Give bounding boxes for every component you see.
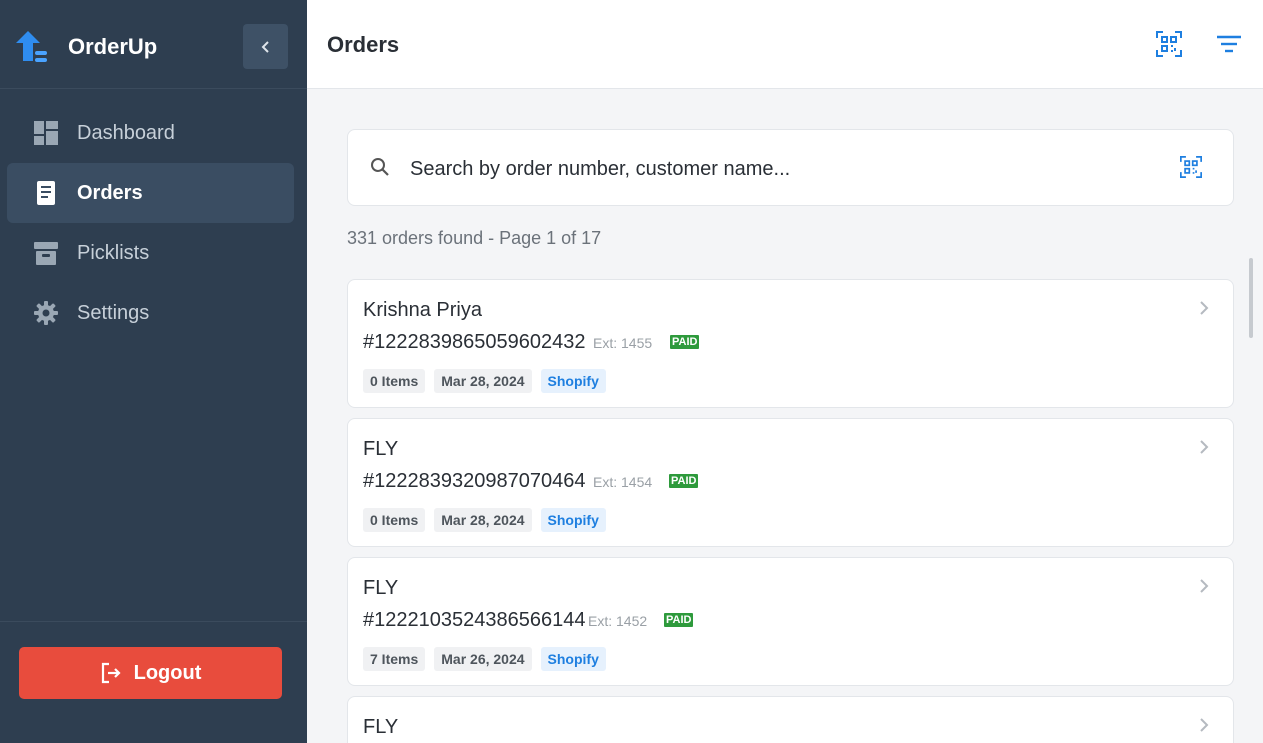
sidebar-divider: [0, 621, 307, 622]
sidebar: OrderUp Dashboard Orders Picklists Setti…: [0, 0, 307, 743]
filter-icon: [1217, 35, 1241, 53]
header: Orders: [307, 0, 1263, 89]
order-date: Mar 28, 2024: [434, 508, 532, 532]
logout-label: Logout: [133, 661, 202, 684]
collapse-sidebar-button[interactable]: [243, 24, 288, 69]
order-card[interactable]: FLY #1222103524386566144 Ext: 1452 PAID …: [347, 557, 1234, 686]
qr-scan-icon[interactable]: [1180, 156, 1202, 178]
page-title: Orders: [327, 32, 400, 57]
logout-icon: [101, 662, 121, 684]
order-tags: 0 Items Mar 28, 2024 Shopify: [363, 508, 606, 532]
status-badge: PAID: [664, 613, 694, 627]
app-name: OrderUp: [68, 34, 158, 59]
external-id: Ext: 1452: [588, 613, 648, 629]
search-bar: [347, 129, 1234, 206]
dashboard-icon: [34, 121, 58, 145]
order-number: #1222103524386566144: [363, 609, 586, 631]
sidebar-item-label: Orders: [77, 181, 143, 204]
order-date: Mar 28, 2024: [434, 369, 532, 393]
order-tags: 0 Items Mar 28, 2024 Shopify: [363, 369, 606, 393]
external-id: Ext: 1454: [593, 474, 653, 490]
order-number: #1222839320987070464: [363, 470, 586, 492]
gear-icon: [34, 301, 58, 325]
order-date: Mar 26, 2024: [434, 647, 532, 671]
sidebar-item-label: Settings: [77, 301, 150, 324]
results-summary: 331 orders found - Page 1 of 17: [347, 228, 602, 248]
source-badge: Shopify: [540, 647, 606, 671]
chevron-right-icon: [1200, 579, 1209, 593]
order-tags: 7 Items Mar 26, 2024 Shopify: [363, 647, 606, 671]
receipt-icon: [34, 181, 58, 205]
status-badge: PAID: [669, 474, 699, 488]
search-icon: [371, 158, 389, 176]
sidebar-item-settings[interactable]: Settings: [7, 283, 294, 343]
orderup-logo-icon: [16, 31, 47, 62]
items-count: 0 Items: [363, 369, 426, 393]
sidebar-item-dashboard[interactable]: Dashboard: [7, 103, 294, 163]
customer-name: FLY: [363, 716, 399, 738]
status-badge: PAID: [670, 335, 700, 349]
source-badge: Shopify: [540, 508, 606, 532]
chevron-right-icon: [1200, 718, 1209, 732]
filter-button[interactable]: [1215, 30, 1243, 58]
sidebar-item-orders[interactable]: Orders: [7, 163, 294, 223]
qr-scan-icon: [1156, 31, 1182, 57]
order-number: #1222839865059602432: [363, 331, 586, 353]
search-input[interactable]: [408, 150, 1172, 188]
sidebar-item-label: Picklists: [77, 241, 150, 264]
order-card[interactable]: FLY: [347, 696, 1234, 743]
scrollbar-thumb[interactable]: [1249, 258, 1253, 338]
items-count: 0 Items: [363, 508, 426, 532]
sidebar-item-picklists[interactable]: Picklists: [7, 223, 294, 283]
brand: OrderUp: [0, 0, 307, 89]
scan-qr-button[interactable]: [1155, 30, 1183, 58]
chevron-right-icon: [1200, 440, 1209, 454]
customer-name: FLY: [363, 577, 399, 599]
chevron-right-icon: [1200, 301, 1209, 315]
order-card[interactable]: Krishna Priya #1222839865059602432 Ext: …: [347, 279, 1234, 408]
items-count: 7 Items: [363, 647, 426, 671]
chevron-left-icon: [261, 40, 269, 53]
sidebar-item-label: Dashboard: [77, 121, 175, 144]
source-badge: Shopify: [540, 369, 606, 393]
customer-name: FLY: [363, 438, 399, 460]
sidebar-nav: Dashboard Orders Picklists Settings: [7, 103, 294, 343]
order-card[interactable]: FLY #1222839320987070464 Ext: 1454 PAID …: [347, 418, 1234, 547]
archive-icon: [34, 241, 58, 265]
logout-button[interactable]: Logout: [19, 647, 282, 699]
customer-name: Krishna Priya: [363, 299, 482, 321]
external-id: Ext: 1455: [593, 335, 653, 351]
